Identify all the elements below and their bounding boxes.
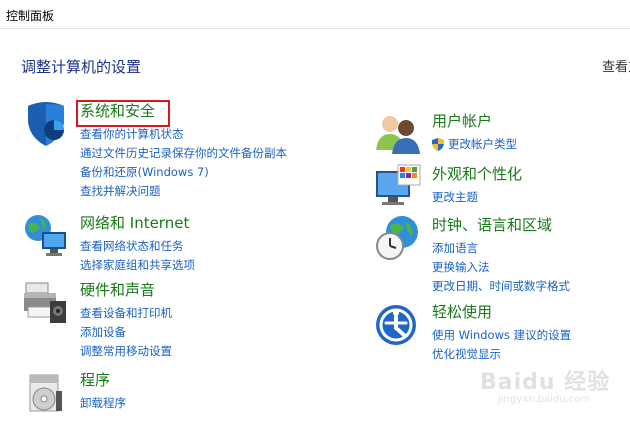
link-homegroup[interactable]: 选择家庭组和共享选项 [80, 256, 195, 275]
monitor-palette-icon[interactable] [374, 163, 422, 211]
link-optimize-visual-display[interactable]: 优化视觉显示 [432, 345, 571, 364]
highlight-box [76, 100, 170, 127]
link-backup-restore[interactable]: 备份和还原(Windows 7) [80, 163, 287, 182]
link-add-device[interactable]: 添加设备 [80, 323, 172, 342]
link-network-status[interactable]: 查看网络状态和任务 [80, 237, 195, 256]
category-title-appearance[interactable]: 外观和个性化 [432, 163, 522, 184]
ease-of-access-icon[interactable] [374, 301, 422, 349]
link-troubleshoot[interactable]: 查找并解决问题 [80, 182, 287, 201]
link-add-language[interactable]: 添加语言 [432, 239, 570, 258]
category-title-programs[interactable]: 程序 [80, 369, 110, 390]
link-change-date-time-format[interactable]: 更改日期、时间或数字格式 [432, 277, 570, 296]
page-heading: 调整计算机的设置 [21, 58, 142, 76]
window-title: 控制面板 [6, 9, 55, 23]
link-change-account-type[interactable]: 更改帐户类型 [432, 135, 517, 154]
baidu-watermark: Baidu 经验 jingyan.baidu.com [480, 364, 630, 414]
category-title-network[interactable]: 网络和 Internet [80, 212, 189, 233]
watermark-main: Baidu 经验 [480, 370, 611, 395]
link-change-account-type-label: 更改帐户类型 [448, 137, 517, 151]
link-uninstall-program[interactable]: 卸载程序 [80, 394, 126, 413]
link-windows-recommended-settings[interactable]: 使用 Windows 建议的设置 [432, 326, 571, 345]
clock-globe-icon[interactable] [374, 214, 422, 262]
category-title-hardware[interactable]: 硬件和声音 [80, 279, 155, 300]
shield-icon[interactable] [22, 100, 70, 148]
category-title-clock-region[interactable]: 时钟、语言和区域 [432, 214, 552, 235]
link-devices-printers[interactable]: 查看设备和打印机 [80, 304, 172, 323]
users-icon[interactable] [374, 110, 422, 158]
link-view-computer-status[interactable]: 查看你的计算机状态 [80, 125, 287, 144]
programs-disc-icon[interactable] [22, 369, 70, 417]
category-title-user-accounts[interactable]: 用户帐户 [432, 110, 492, 131]
category-title-ease-of-access[interactable]: 轻松使用 [432, 301, 492, 322]
window-titlebar: 控制面板 [0, 0, 630, 29]
uac-shield-icon [432, 138, 444, 151]
link-change-theme[interactable]: 更改主题 [432, 188, 478, 207]
watermark-sub: jingyan.baidu.com [498, 394, 591, 405]
link-mobility-settings[interactable]: 调整常用移动设置 [80, 342, 172, 361]
network-globe-icon[interactable] [22, 212, 70, 260]
printer-icon[interactable] [22, 279, 70, 327]
link-file-history-backup[interactable]: 通过文件历史记录保存你的文件备份副本 [80, 144, 287, 163]
link-change-input-method[interactable]: 更换输入法 [432, 258, 570, 277]
view-by-label[interactable]: 查看方 [602, 56, 630, 75]
